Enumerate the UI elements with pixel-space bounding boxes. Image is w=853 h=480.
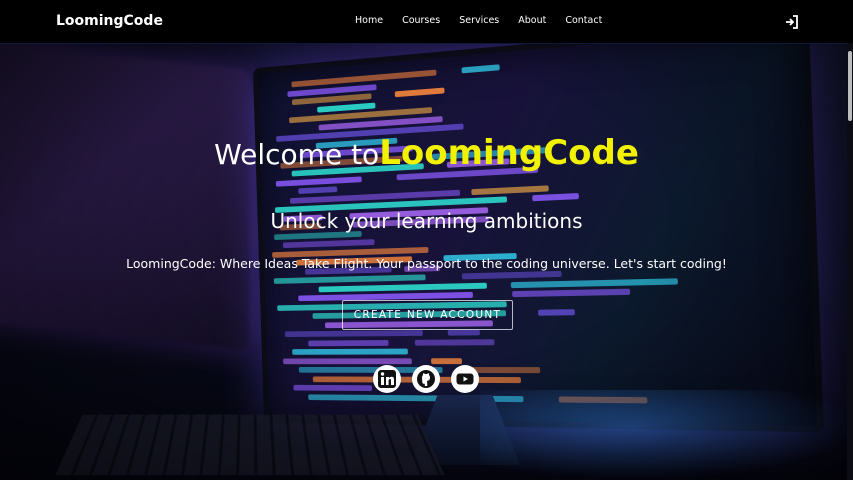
create-account-button[interactable]: CREATE NEW ACCOUNT (342, 300, 513, 330)
linkedin-icon[interactable] (373, 365, 401, 393)
scrollbar[interactable] (847, 43, 853, 480)
nav-about[interactable]: About (518, 15, 546, 26)
nav-links: Home Courses Services About Contact (355, 15, 621, 26)
youtube-icon[interactable] (451, 365, 479, 393)
hero-tagline: LoomingCode: Where Ideas Take Flight. Yo… (126, 256, 727, 271)
brand-highlight: LoomingCode (379, 133, 639, 173)
nav-services[interactable]: Services (459, 15, 499, 26)
scrollbar-thumb[interactable] (848, 51, 852, 121)
navbar: LoomingCode Home Courses Services About … (0, 0, 853, 44)
sign-in-icon[interactable] (785, 14, 799, 29)
hero-title: Welcome toLoomingCode (0, 133, 853, 173)
nav-courses[interactable]: Courses (402, 15, 440, 26)
brand-logo[interactable]: LoomingCode (56, 13, 163, 29)
nav-contact[interactable]: Contact (565, 15, 602, 26)
hero-section: Welcome toLoomingCode Unlock your learni… (0, 43, 853, 480)
nav-home[interactable]: Home (355, 15, 383, 26)
hero-subheading: Unlock your learning ambitions (270, 209, 583, 233)
welcome-text: Welcome to (214, 138, 380, 171)
github-icon[interactable] (412, 365, 440, 393)
social-links (373, 365, 479, 393)
